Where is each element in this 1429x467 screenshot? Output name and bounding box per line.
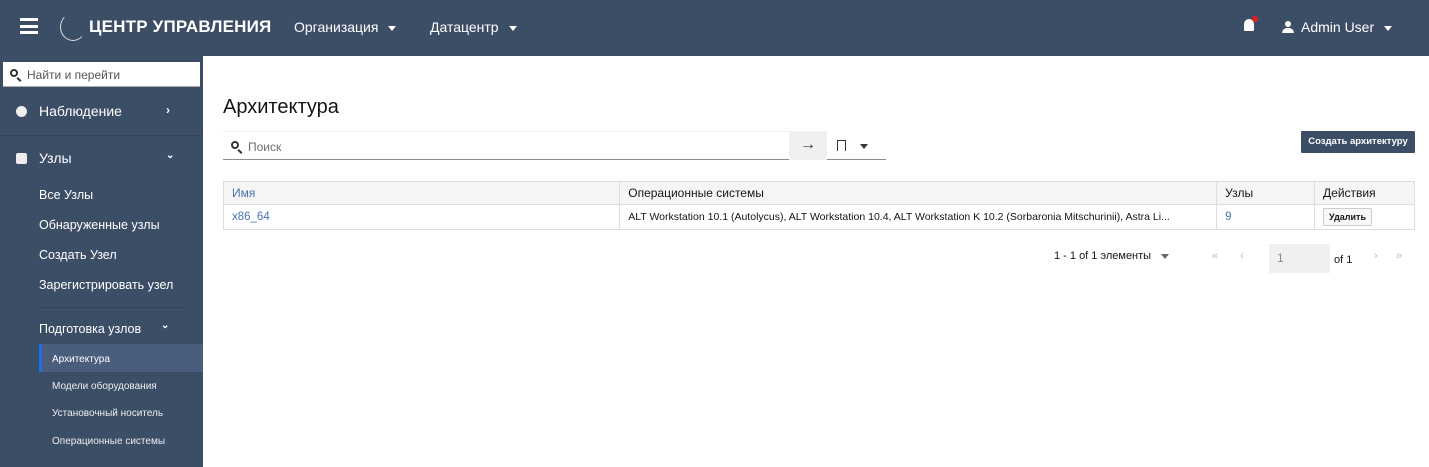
notifications-bell-icon[interactable]: [1244, 16, 1258, 31]
organization-label: Организация: [294, 19, 379, 35]
page-number-input[interactable]: 1: [1269, 244, 1330, 273]
page-total: of 1: [1334, 254, 1353, 266]
search-input[interactable]: Поиск: [223, 131, 789, 160]
prev-page-button[interactable]: ‹: [1240, 250, 1244, 262]
user-icon: [1282, 21, 1294, 33]
search-icon: [10, 69, 18, 77]
pagination-summary: 1 - 1 of 1 элементы: [1054, 250, 1152, 262]
hosts-label: Узлы: [39, 150, 72, 166]
caret-down-icon: [1161, 253, 1170, 259]
sidebar-item-monitoring[interactable]: Наблюдение ›: [0, 103, 203, 135]
sidebar-item-provisioning[interactable]: Подготовка узлов ⌄: [39, 320, 169, 336]
sidebar-item-register-host[interactable]: Зарегистрировать узел: [39, 278, 173, 292]
provisioning-label: Подготовка узлов: [39, 322, 142, 336]
sidebar-item-discovered-hosts[interactable]: Обнаруженные узлы: [39, 218, 160, 232]
table-header-row: Имя Операционные системы Узлы Действия: [222, 181, 1415, 205]
brand-title[interactable]: ЦЕНТР УПРАВЛЕНИЯ: [89, 17, 271, 37]
hamburger-menu-icon[interactable]: [20, 18, 38, 34]
bookmark-dropdown-button[interactable]: [827, 131, 886, 160]
delete-button[interactable]: Удалить: [1323, 208, 1372, 226]
sidebar: Найти и перейти Наблюдение › Узлы ⌄ Все …: [0, 56, 203, 467]
caret-down-icon: [860, 143, 868, 149]
datacenter-menu[interactable]: Датацентр: [430, 19, 517, 35]
create-architecture-button[interactable]: Создать архитектуру: [1301, 131, 1415, 153]
organization-menu[interactable]: Организация: [294, 19, 397, 35]
sidebar-item-all-hosts[interactable]: Все Узлы: [39, 188, 93, 202]
column-header-actions: Действия: [1314, 181, 1415, 205]
sidebar-item-architectures[interactable]: Архитектура: [52, 354, 110, 365]
search-submit-button[interactable]: →: [789, 131, 827, 160]
divider: [39, 307, 184, 308]
chevron-right-icon: ›: [166, 103, 170, 117]
top-nav: ЦЕНТР УПРАВЛЕНИЯ Организация Датацентр A…: [0, 0, 1429, 56]
arrow-right-icon: →: [800, 136, 816, 153]
search-placeholder: Найти и перейти: [27, 68, 121, 82]
user-name: Admin User: [1301, 19, 1375, 35]
hosts-count-link[interactable]: 9: [1216, 204, 1316, 230]
monitoring-label: Наблюдение: [39, 103, 122, 119]
caret-down-icon: [508, 25, 517, 31]
chevron-down-icon: ⌄: [161, 320, 170, 331]
column-header-name[interactable]: Имя: [222, 181, 621, 205]
bookmark-icon: [837, 140, 846, 151]
architecture-name-link[interactable]: x86_64: [222, 204, 621, 230]
sidebar-search-input[interactable]: Найти и перейти: [3, 62, 200, 87]
caret-down-icon: [388, 25, 397, 31]
dashboard-icon: [16, 106, 27, 117]
first-page-button[interactable]: «: [1212, 250, 1218, 262]
sidebar-item-hardware-models[interactable]: Модели оборудования: [52, 381, 157, 392]
table-row: x86_64 ALT Workstation 10.1 (Autolycus),…: [222, 204, 1415, 230]
datacenter-label: Датацентр: [430, 19, 499, 35]
user-menu[interactable]: Admin User: [1282, 19, 1393, 35]
page-title: Архитектура: [223, 96, 339, 118]
column-header-os: Операционные системы: [619, 181, 1218, 205]
per-page-dropdown[interactable]: 1 - 1 of 1 элементы: [1054, 250, 1170, 262]
column-header-hosts: Узлы: [1216, 181, 1316, 205]
last-page-button[interactable]: »: [1396, 250, 1402, 262]
search-icon: [231, 141, 239, 149]
chevron-down-icon: ⌄: [166, 150, 175, 161]
os-list: ALT Workstation 10.1 (Autolycus), ALT Wo…: [619, 204, 1218, 230]
divider: [0, 135, 203, 136]
caret-down-icon: [1384, 25, 1393, 31]
search-placeholder: Поиск: [248, 140, 282, 154]
sidebar-item-installation-media[interactable]: Установочный носитель: [52, 408, 163, 419]
logo-icon: [60, 13, 86, 41]
server-icon: [16, 153, 27, 164]
next-page-button[interactable]: ›: [1374, 250, 1378, 262]
sidebar-item-operating-systems[interactable]: Операционные системы: [52, 436, 165, 447]
actions-cell: Удалить: [1314, 204, 1415, 230]
sidebar-item-create-host[interactable]: Создать Узел: [39, 248, 117, 262]
architectures-table: Имя Операционные системы Узлы Действия x…: [222, 181, 1415, 230]
